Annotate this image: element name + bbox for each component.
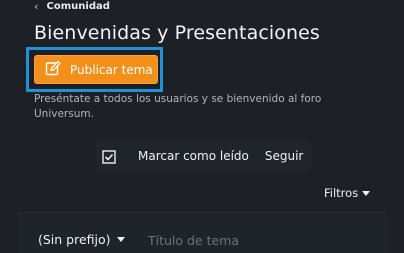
forum-actions-bar: Marcar como leído Seguir: [96, 142, 312, 170]
forum-description: Preséntate a todos los usuarios y se bie…: [34, 93, 322, 120]
breadcrumb[interactable]: ‹ Comunidad: [34, 0, 110, 13]
publish-thread-label: Publicar tema: [70, 62, 153, 77]
follow-button[interactable]: Seguir: [265, 149, 304, 163]
mark-read-label: Marcar como leído: [138, 149, 249, 163]
caret-down-icon: [362, 190, 371, 196]
page-title: Bienvenidas y Presentaciones: [34, 22, 320, 44]
prefix-label: (Sin prefijo): [38, 232, 111, 247]
caret-down-icon: [116, 237, 125, 242]
prefix-dropdown[interactable]: (Sin prefijo): [38, 232, 125, 247]
filters-label: Filtros: [324, 186, 359, 200]
checkbox-checked-icon: [102, 149, 116, 164]
thread-title-input[interactable]: [148, 229, 368, 251]
mark-read-button[interactable]: Marcar como leído: [96, 142, 255, 170]
breadcrumb-label[interactable]: Comunidad: [47, 1, 110, 12]
edit-icon: [45, 60, 61, 79]
chevron-left-icon: ‹: [34, 0, 39, 13]
publish-thread-button[interactable]: Publicar tema: [34, 55, 158, 84]
filters-dropdown[interactable]: Filtros: [324, 186, 371, 200]
